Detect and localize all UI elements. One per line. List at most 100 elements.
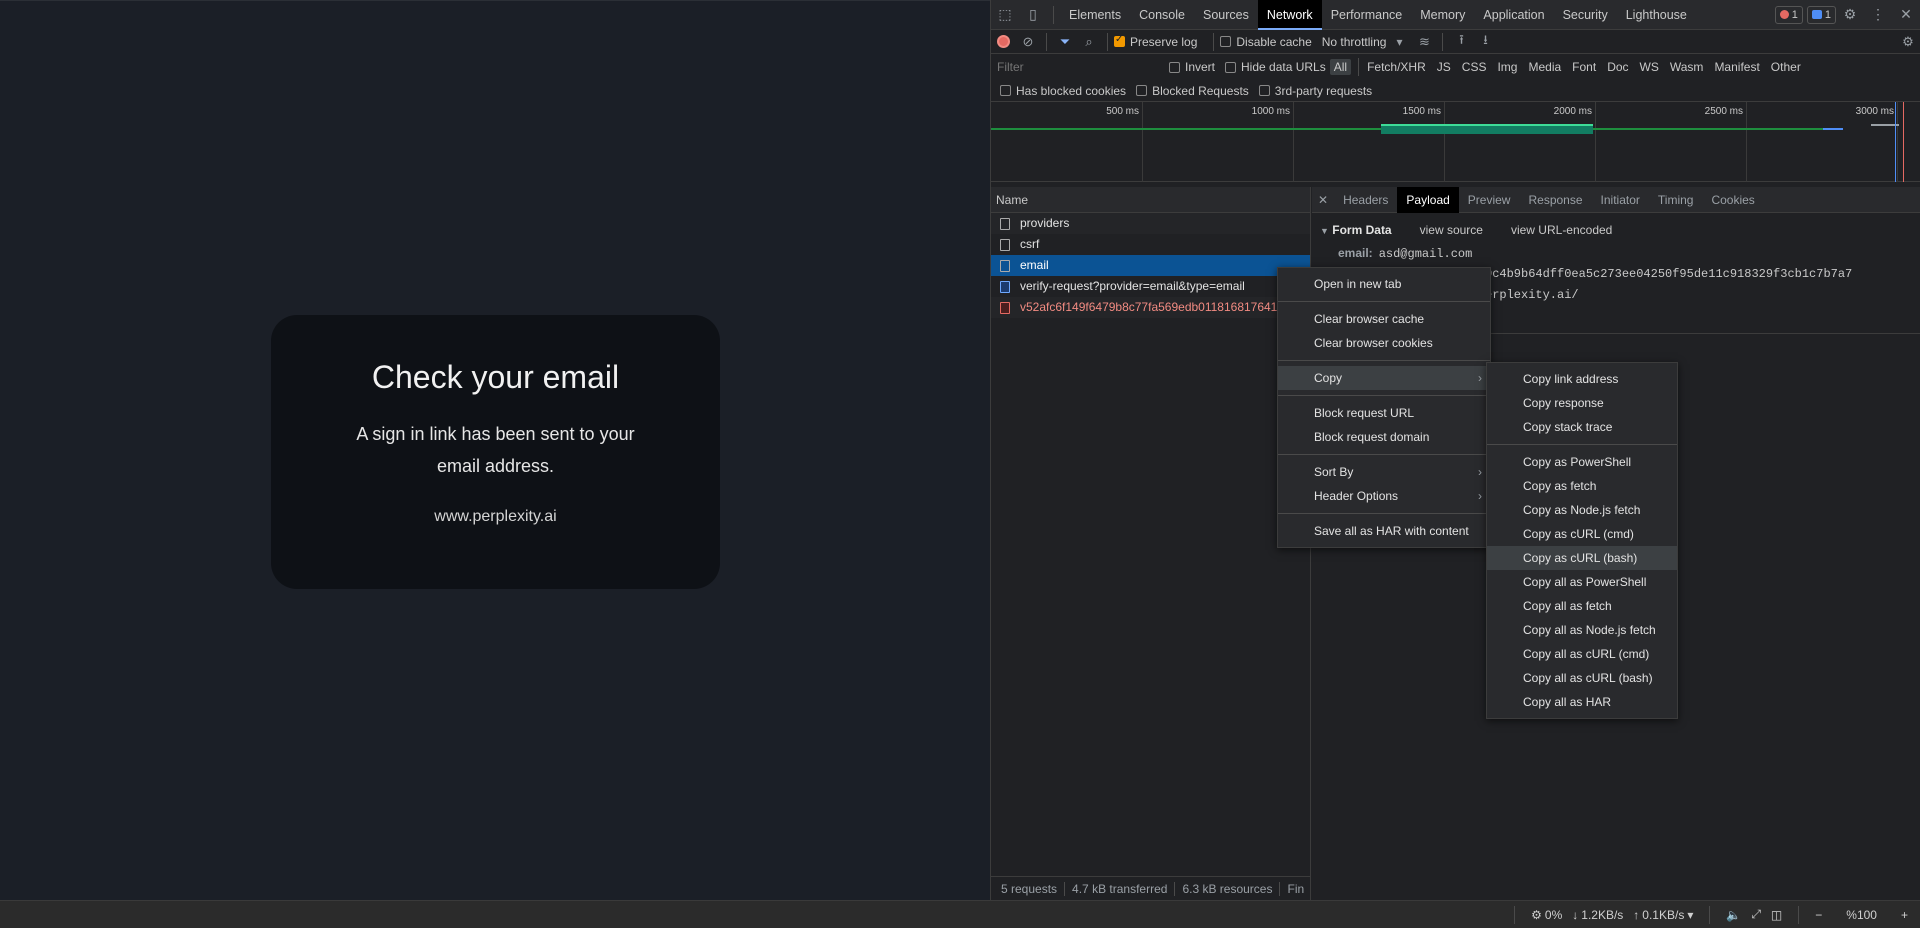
copy-as-curl-cmd[interactable]: Copy as cURL (cmd) <box>1487 522 1677 546</box>
tab-initiator[interactable]: Initiator <box>1592 187 1649 213</box>
volume-icon[interactable]: 🔈 <box>1726 908 1741 922</box>
third-party-checkbox[interactable] <box>1258 85 1270 96</box>
message-badge[interactable]: 1 <box>1806 5 1836 24</box>
search-icon[interactable]: ⌕ <box>1077 34 1101 50</box>
preserve-log-checkbox[interactable] <box>1114 34 1125 47</box>
has-blocked-cookies-checkbox[interactable] <box>1000 85 1011 96</box>
filter-input[interactable] <box>997 58 1157 76</box>
copy-all-as-har[interactable]: Copy all as HAR <box>1487 690 1677 714</box>
upload-icon[interactable]: ⭱ <box>1449 31 1473 53</box>
copy-all-as-curl-bash[interactable]: Copy all as cURL (bash) <box>1487 666 1677 690</box>
menu-clear-cache[interactable]: Clear browser cache <box>1278 307 1490 331</box>
filter-type-img[interactable]: Img <box>1493 59 1521 75</box>
finish-time: Fin <box>1287 881 1305 896</box>
tab-sources[interactable]: Sources <box>1194 0 1258 30</box>
copy-stack-trace[interactable]: Copy stack trace <box>1487 415 1677 439</box>
tab-response[interactable]: Response <box>1519 187 1591 213</box>
copy-as-fetch[interactable]: Copy as fetch <box>1487 474 1677 498</box>
filter-icon[interactable]: ⏷ <box>1053 34 1077 50</box>
menu-save-har[interactable]: Save all as HAR with content <box>1278 519 1490 543</box>
filter-type-all[interactable]: All <box>1329 59 1352 75</box>
cpu-indicator[interactable]: ⚙ 0% <box>1531 908 1562 922</box>
menu-header-options[interactable]: Header Options › <box>1278 484 1490 508</box>
hide-data-urls-checkbox[interactable] <box>1225 61 1237 73</box>
filter-type-manifest[interactable]: Manifest <box>1710 59 1763 75</box>
zoom-level[interactable]: %100 <box>1846 908 1877 922</box>
throttling-select[interactable]: No throttling <box>1322 35 1387 49</box>
copy-all-as-node-fetch[interactable]: Copy all as Node.js fetch <box>1487 618 1677 642</box>
close-icon[interactable]: ✕ <box>1892 0 1920 30</box>
gear-icon[interactable]: ⚙ <box>1836 0 1864 30</box>
name-column-header[interactable]: Name <box>991 187 1310 213</box>
error-badge[interactable]: 1 <box>1774 5 1803 24</box>
close-detail-icon[interactable]: ✕ <box>1312 187 1334 213</box>
form-data-title[interactable]: Form Data <box>1332 223 1391 237</box>
menu-clear-cookies[interactable]: Clear browser cookies <box>1278 331 1490 355</box>
request-row-selected[interactable]: email <box>991 255 1310 276</box>
tab-elements[interactable]: Elements <box>1060 0 1130 30</box>
blocked-requests-checkbox[interactable] <box>1136 85 1148 96</box>
filter-type-fetch[interactable]: Fetch/XHR <box>1363 59 1430 75</box>
tab-security[interactable]: Security <box>1554 0 1617 30</box>
tab-application[interactable]: Application <box>1474 0 1553 30</box>
clear-icon[interactable]: ⊘ <box>1016 34 1040 50</box>
filter-type-font[interactable]: Font <box>1568 59 1600 75</box>
copy-as-powershell[interactable]: Copy as PowerShell <box>1487 450 1677 474</box>
tab-lighthouse[interactable]: Lighthouse <box>1617 0 1696 30</box>
zoom-out-icon[interactable]: − <box>1815 908 1822 922</box>
tab-console[interactable]: Console <box>1130 0 1194 30</box>
wifi-icon[interactable]: ≋ <box>1412 34 1436 50</box>
copy-as-curl-bash[interactable]: Copy as cURL (bash) <box>1487 546 1677 570</box>
copy-all-as-fetch[interactable]: Copy all as fetch <box>1487 594 1677 618</box>
copy-as-node-fetch[interactable]: Copy as Node.js fetch <box>1487 498 1677 522</box>
inspect-element-icon[interactable]: ⬚ <box>991 0 1019 30</box>
tab-payload[interactable]: Payload <box>1397 186 1459 213</box>
copy-all-as-powershell[interactable]: Copy all as PowerShell <box>1487 570 1677 594</box>
record-icon[interactable] <box>997 35 1010 48</box>
download-icon[interactable]: ⭳ <box>1473 31 1497 53</box>
network-settings-icon[interactable]: ⚙ <box>1896 34 1920 50</box>
disable-cache-checkbox[interactable] <box>1220 36 1232 47</box>
request-row-error[interactable]: v52afc6f149f6479b8c77fa569edb01181681764… <box>991 297 1310 318</box>
zoom-in-icon[interactable]: + <box>1901 908 1908 922</box>
menu-open-new-tab[interactable]: Open in new tab <box>1278 272 1490 296</box>
view-url-encoded-link[interactable]: view URL-encoded <box>1511 223 1612 237</box>
expand-icon[interactable]: ⤢ <box>1751 907 1761 922</box>
tab-performance[interactable]: Performance <box>1322 0 1412 30</box>
menu-copy[interactable]: Copy › <box>1278 366 1490 390</box>
tab-preview[interactable]: Preview <box>1459 187 1520 213</box>
filter-type-wasm[interactable]: Wasm <box>1666 59 1708 75</box>
filter-type-ws[interactable]: WS <box>1636 59 1663 75</box>
menu-sort-by-label: Sort By <box>1314 465 1354 479</box>
filter-type-js[interactable]: JS <box>1433 59 1455 75</box>
copy-response[interactable]: Copy response <box>1487 391 1677 415</box>
copy-link-address[interactable]: Copy link address <box>1487 367 1677 391</box>
request-row[interactable]: providers <box>991 213 1310 234</box>
download-speed[interactable]: ↓ 1.2KB/s <box>1572 908 1623 922</box>
more-options-icon[interactable]: ⋮ <box>1864 0 1892 30</box>
copy-all-as-curl-cmd[interactable]: Copy all as cURL (cmd) <box>1487 642 1677 666</box>
split-view-icon[interactable]: ◫ <box>1771 908 1782 922</box>
tab-headers[interactable]: Headers <box>1334 187 1397 213</box>
view-source-link[interactable]: view source <box>1420 223 1483 237</box>
filter-type-media[interactable]: Media <box>1524 59 1565 75</box>
menu-block-domain[interactable]: Block request domain <box>1278 425 1490 449</box>
filter-type-css[interactable]: CSS <box>1458 59 1491 75</box>
card-site-link[interactable]: www.perplexity.ai <box>271 508 720 526</box>
request-row[interactable]: csrf <box>991 234 1310 255</box>
chevron-down-icon[interactable]: ▾ <box>1396 35 1402 49</box>
caret-down-icon[interactable]: ▼ <box>1320 226 1329 236</box>
filter-type-other[interactable]: Other <box>1767 59 1805 75</box>
filter-type-doc[interactable]: Doc <box>1603 59 1632 75</box>
network-overview[interactable]: 500 ms 1000 ms 1500 ms 2000 ms 2500 ms 3… <box>991 102 1920 182</box>
device-toolbar-icon[interactable]: ▯ <box>1019 0 1047 30</box>
upload-speed[interactable]: ↑ 0.1KB/s ▾ <box>1633 908 1693 922</box>
request-row[interactable]: verify-request?provider=email&type=email <box>991 276 1310 297</box>
menu-block-url[interactable]: Block request URL <box>1278 401 1490 425</box>
tab-timing[interactable]: Timing <box>1649 187 1703 213</box>
tab-network[interactable]: Network <box>1257 0 1322 30</box>
tab-cookies[interactable]: Cookies <box>1702 187 1763 213</box>
invert-checkbox[interactable] <box>1169 61 1180 73</box>
tab-memory[interactable]: Memory <box>1411 0 1474 30</box>
menu-sort-by[interactable]: Sort By › <box>1278 460 1490 484</box>
